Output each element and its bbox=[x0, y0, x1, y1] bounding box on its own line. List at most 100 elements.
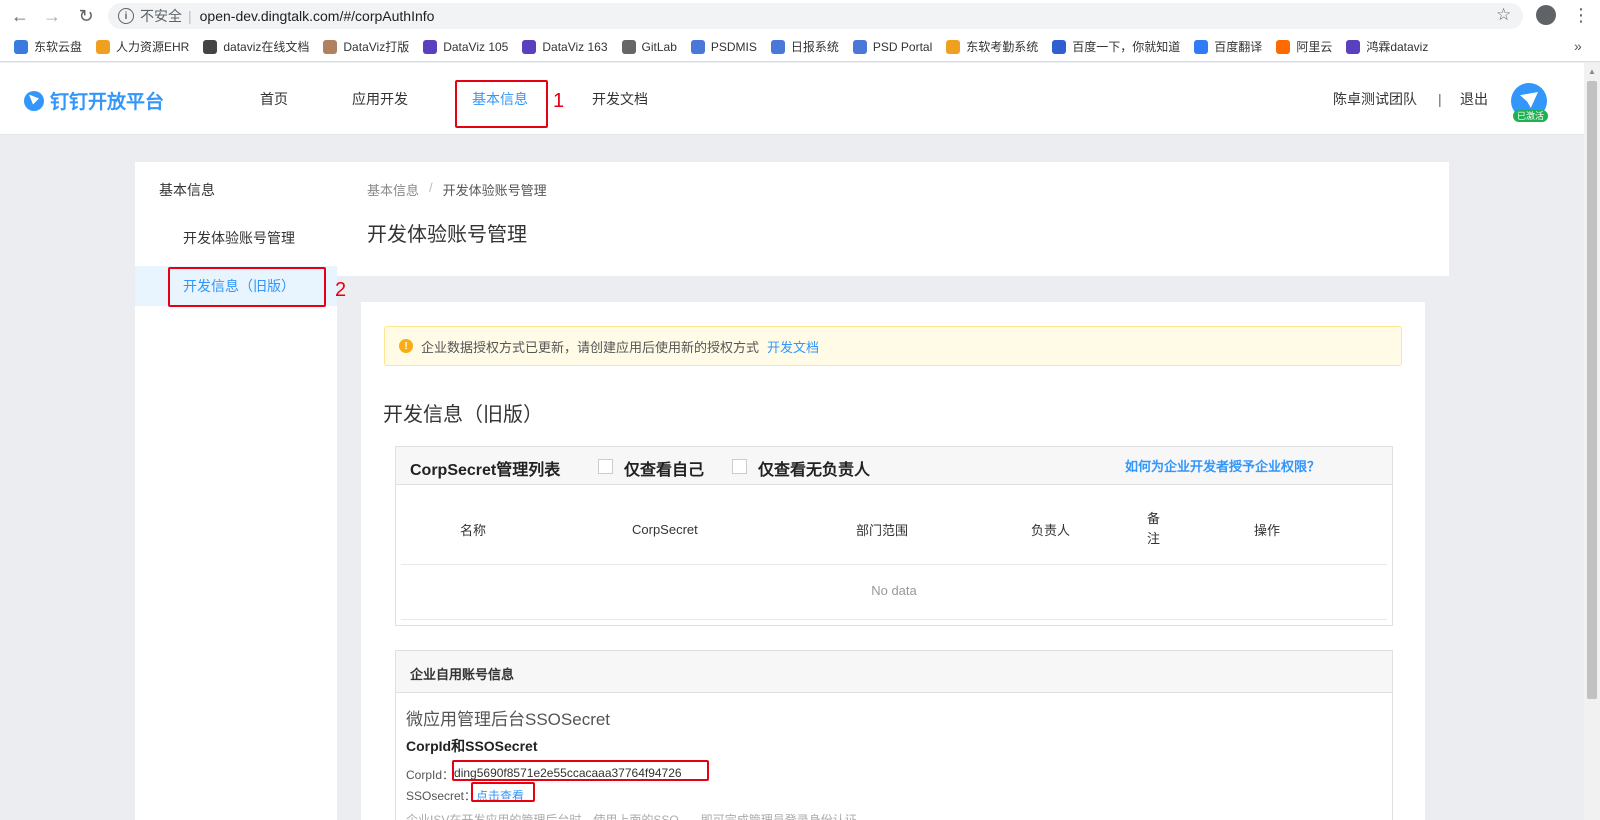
ssosecret-label: SSOsecret： bbox=[406, 789, 477, 803]
browser-menu-icon[interactable]: ⋮ bbox=[1572, 4, 1590, 26]
nav-dev-docs[interactable]: 开发文档 bbox=[592, 63, 648, 135]
bookmark-favicon-icon bbox=[1276, 39, 1291, 54]
bookmark-item[interactable]: 百度翻译 bbox=[1194, 38, 1262, 55]
bookmark-item[interactable]: DataViz打版 bbox=[323, 38, 409, 55]
bookmark-favicon-icon bbox=[690, 39, 705, 54]
alert-docs-link[interactable]: 开发文档 bbox=[767, 337, 819, 356]
bookmark-item[interactable]: 阿里云 bbox=[1276, 38, 1332, 55]
bookmark-favicon-icon bbox=[323, 39, 338, 54]
bookmark-label: 百度一下，你就知道 bbox=[1072, 40, 1181, 54]
bookmark-favicon-icon bbox=[621, 39, 636, 54]
bookmark-item[interactable]: 东软考勤系统 bbox=[946, 38, 1038, 55]
annotation-box-corpid bbox=[452, 760, 709, 781]
bookmark-item[interactable]: dataviz在线文档 bbox=[203, 38, 309, 55]
bookmark-item[interactable]: 日报系统 bbox=[770, 38, 839, 55]
bookmark-label: 百度翻译 bbox=[1214, 40, 1263, 54]
bookmark-label: 东软考勤系统 bbox=[966, 40, 1039, 54]
bookmark-item[interactable]: PSD Portal bbox=[852, 39, 933, 54]
url-text: open-dev.dingtalk.com/#/corpAuthInfo bbox=[199, 8, 435, 24]
annotation-number-1: 1 bbox=[553, 90, 565, 112]
insecure-label: 不安全 bbox=[140, 8, 182, 24]
reload-icon[interactable]: ↻ bbox=[74, 4, 98, 28]
team-name[interactable]: 陈卓测试团队 bbox=[1333, 63, 1417, 135]
bookmark-label: 阿里云 bbox=[1296, 40, 1333, 54]
filter-self-checkbox[interactable] bbox=[598, 459, 613, 474]
filter-noowner-label[interactable]: 仅查看无负责人 bbox=[758, 456, 870, 480]
sidebar-item-dev-account[interactable]: 开发体验账号管理 bbox=[135, 218, 337, 258]
back-arrow-icon[interactable]: ← bbox=[8, 4, 32, 28]
bookmarks-bar: 东软云盘 人力资源EHR dataviz在线文档 DataViz打版 DataViz 1… bbox=[0, 32, 1600, 62]
grant-permission-help-link[interactable]: 如何为企业开发者授予企业权限？ bbox=[1125, 456, 1320, 475]
bookmark-item[interactable]: 人力资源EHR bbox=[96, 38, 189, 55]
page-scrollbar[interactable]: ▲ bbox=[1584, 63, 1600, 820]
bookmark-label: 东软云盘 bbox=[34, 40, 83, 54]
app-header: 钉钉开放平台 首页 应用开发 基本信息 开发文档 陈卓测试团队 | 退出 已激活 bbox=[0, 63, 1584, 135]
bookmark-favicon-icon bbox=[96, 39, 111, 54]
bookmark-item[interactable]: 鸿霖dataviz bbox=[1346, 38, 1428, 55]
bookmark-label: 鸿霖dataviz bbox=[1366, 40, 1429, 54]
browser-toolbar: ← → ↻ i 不安全 | open-dev.dingtalk.com/#/co… bbox=[0, 0, 1600, 32]
sidebar: 基本信息 开发体验账号管理 开发信息（旧版） bbox=[135, 162, 341, 820]
annotation-number-2: 2 bbox=[335, 279, 347, 301]
forward-arrow-icon[interactable]: → bbox=[40, 4, 64, 28]
bookmark-item[interactable]: DataViz 163 bbox=[522, 39, 608, 54]
corpid-label: CorpId： bbox=[406, 768, 455, 782]
bookmark-favicon-icon bbox=[1346, 39, 1361, 54]
bookmark-item[interactable]: 东软云盘 bbox=[14, 38, 82, 55]
warning-icon: ! bbox=[399, 339, 413, 353]
annotation-box-sidebar bbox=[168, 267, 326, 307]
sidebar-title: 基本信息 bbox=[159, 182, 215, 198]
sso-title: 微应用管理后台SSOSecret bbox=[406, 710, 611, 729]
bookmark-label: 日报系统 bbox=[790, 40, 839, 54]
account-info-panel: 企业自用账号信息 微应用管理后台SSOSecret CorpId和SSOSecr… bbox=[395, 650, 1393, 820]
breadcrumb: 基本信息 / 开发体验账号管理 bbox=[367, 180, 547, 199]
address-bar[interactable]: i 不安全 | open-dev.dingtalk.com/#/corpAuth… bbox=[108, 3, 1523, 29]
corpsecret-table-header: 名称 CorpSecret 部门范围 负责人 备注 操作 bbox=[401, 493, 1387, 565]
bookmark-label: DataViz打版 bbox=[343, 40, 410, 54]
logo-text: 钉钉开放平台 bbox=[50, 92, 165, 113]
main-container: 基本信息 开发体验账号管理 开发信息（旧版） 基本信息 / 开发体验账号管理 开… bbox=[135, 162, 1449, 820]
page-header: 基本信息 / 开发体验账号管理 开发体验账号管理 bbox=[337, 162, 1449, 276]
bookmark-item[interactable]: 百度一下，你就知道 bbox=[1052, 38, 1180, 55]
bookmark-favicon-icon bbox=[770, 39, 785, 54]
logout-link[interactable]: 退出 bbox=[1460, 63, 1488, 135]
corpsecret-title: CorpSecret管理列表 bbox=[410, 462, 561, 479]
corpsecret-panel: CorpSecret管理列表 仅查看自己 仅查看无负责人 如何为企业开发者授予企… bbox=[395, 446, 1393, 626]
filter-self-label[interactable]: 仅查看自己 bbox=[624, 456, 704, 480]
breadcrumb-current: 开发体验账号管理 bbox=[442, 183, 547, 198]
scrollbar-thumb[interactable] bbox=[1587, 81, 1597, 699]
activated-badge: 已激活 bbox=[1513, 110, 1549, 122]
account-info-header: 企业自用账号信息 bbox=[396, 651, 1392, 693]
sso-note-text: 企业ISV在开发应用的管理后台时，使用上面的SSO...，即可完成管理员登录身份… bbox=[406, 813, 857, 820]
breadcrumb-root[interactable]: 基本信息 bbox=[367, 180, 419, 199]
bookmark-label: PSDMIS bbox=[710, 39, 757, 54]
bookmark-label: PSD Portal bbox=[872, 39, 933, 54]
bookmark-label: GitLab bbox=[641, 39, 677, 54]
nav-home[interactable]: 首页 bbox=[260, 63, 288, 135]
bookmark-item[interactable]: GitLab bbox=[621, 39, 677, 54]
corpsecret-panel-header: CorpSecret管理列表 仅查看自己 仅查看无负责人 如何为企业开发者授予企… bbox=[396, 447, 1392, 485]
bookmark-star-icon[interactable]: ☆ bbox=[1496, 5, 1511, 25]
annotation-box-nav bbox=[455, 80, 548, 128]
column-header: 备注 bbox=[1147, 511, 1161, 546]
column-header: 部门范围 bbox=[856, 522, 909, 538]
dingtalk-logo[interactable]: 钉钉开放平台 bbox=[24, 87, 164, 114]
profile-avatar-icon[interactable] bbox=[1536, 5, 1556, 25]
column-header: 负责人 bbox=[1031, 522, 1071, 538]
filter-noowner-checkbox[interactable] bbox=[732, 459, 747, 474]
bookmark-label: dataviz在线文档 bbox=[223, 40, 310, 54]
bookmark-favicon-icon bbox=[203, 39, 218, 54]
bookmark-item[interactable]: PSDMIS bbox=[690, 39, 757, 54]
table-bottom-divider bbox=[401, 619, 1387, 620]
info-icon[interactable]: i bbox=[118, 8, 134, 24]
dev-info-card: ! 企业数据授权方式已更新，请创建应用后使用新的授权方式 开发文档 开发信息（旧… bbox=[361, 302, 1425, 820]
bookmark-favicon-icon bbox=[423, 39, 438, 54]
bookmark-item[interactable]: DataViz 105 bbox=[423, 39, 508, 54]
nav-app-dev[interactable]: 应用开发 bbox=[352, 63, 408, 135]
scroll-up-icon[interactable]: ▲ bbox=[1588, 67, 1596, 76]
header-divider: | bbox=[1438, 91, 1442, 107]
bookmarks-more-icon[interactable]: » bbox=[1574, 38, 1582, 54]
breadcrumb-separator: / bbox=[429, 180, 433, 195]
bookmark-favicon-icon bbox=[1052, 39, 1067, 54]
annotation-box-ssosecret bbox=[471, 782, 535, 802]
